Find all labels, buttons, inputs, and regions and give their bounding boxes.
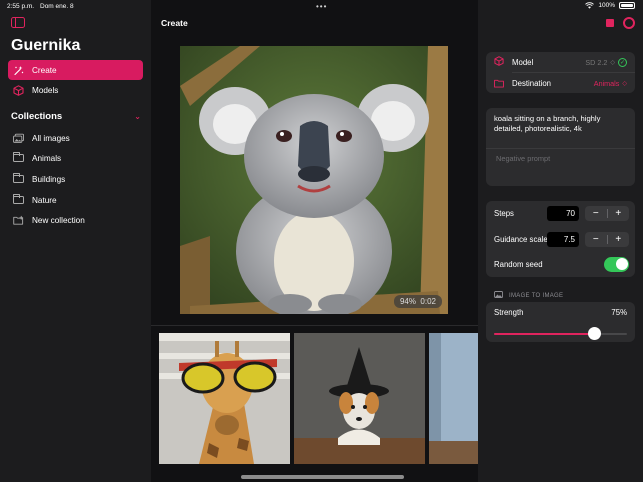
sidebar-item-models[interactable]: Models (8, 80, 143, 100)
model-label: Model (512, 57, 534, 67)
chevron-down-icon[interactable]: ⌄ (134, 112, 141, 121)
thumbnail-partial[interactable] (429, 333, 478, 464)
progress-percent: 94% (399, 297, 416, 306)
image-icon (494, 291, 503, 300)
divider (151, 325, 478, 326)
battery-percent: 100% (598, 2, 615, 9)
random-seed-row: Random seed (486, 253, 635, 275)
random-seed-toggle[interactable] (604, 256, 629, 272)
status-date: Dom ene. 8 (40, 3, 74, 10)
status-right: 100% (585, 2, 635, 9)
collection-item-buildings[interactable]: Buildings (8, 169, 143, 189)
destination-label: Destination (512, 78, 552, 88)
prompt-card[interactable]: koala sitting on a branch, highly detail… (486, 108, 635, 186)
random-seed-label: Random seed (494, 259, 543, 269)
app-title: Guernika (11, 37, 81, 54)
koala-image (180, 46, 448, 314)
destination-value[interactable]: Animals ◇ (594, 79, 627, 88)
minus-icon[interactable]: − (585, 232, 607, 247)
negative-prompt-input[interactable]: Negative prompt (496, 154, 550, 163)
magic-wand-icon (13, 65, 24, 76)
status-bar: 2:55 p.m. Dom ene. 8 ••• 100% (0, 0, 643, 12)
strength-value: 75% (611, 307, 627, 317)
prompt-input[interactable]: koala sitting on a branch, highly detail… (494, 114, 624, 134)
guidance-label: Guidance scale (494, 234, 548, 244)
cube-icon (13, 84, 24, 96)
status-time: 2:55 p.m. (7, 3, 35, 10)
strength-label: Strength (494, 307, 524, 317)
stop-button[interactable] (606, 19, 614, 27)
collection-item-label: Buildings (32, 174, 66, 184)
parameters-card: Steps 70 − + Guidance scale 7.5 − + Random… (486, 201, 635, 277)
elapsed-time: 0:02 (420, 297, 436, 306)
strength-slider-fill (494, 333, 594, 335)
cube-icon (494, 56, 504, 68)
chevron-updown-icon: ◇ (622, 80, 627, 87)
image-to-image-header: IMAGE TO IMAGE (494, 291, 563, 300)
steps-row: Steps 70 − + (486, 201, 635, 225)
collections-header-label: Collections (11, 111, 63, 122)
sidebar-item-label: Create (32, 65, 57, 75)
thumbnail-giraffe[interactable] (159, 333, 290, 464)
sidebar: Guernika Create Models Collections ⌄ All… (0, 0, 151, 482)
giraffe-image (159, 333, 290, 464)
plus-icon[interactable]: + (608, 232, 630, 247)
room-image (429, 333, 478, 464)
minus-icon[interactable]: − (585, 206, 607, 221)
chevron-updown-icon: ◇ (610, 59, 615, 66)
check-circle-icon: ✓ (618, 57, 627, 67)
folder-add-icon (13, 215, 24, 226)
guidance-stepper[interactable]: − + (585, 231, 630, 247)
sidebar-item-label: Models (32, 85, 59, 95)
strength-slider-thumb[interactable] (587, 327, 601, 340)
steps-field[interactable]: 70 (547, 205, 579, 221)
model-row[interactable]: Model SD 2.2 ◇ ✓ (486, 52, 635, 72)
sidebar-toggle-icon[interactable] (11, 17, 25, 28)
page-title: Create (161, 18, 188, 28)
home-indicator[interactable] (241, 475, 404, 479)
collection-item-label: Nature (32, 195, 57, 205)
collection-item-nature[interactable]: Nature (8, 190, 143, 210)
collection-item-label: Animals (32, 153, 62, 163)
destination-value-text: Animals (593, 78, 620, 88)
model-value[interactable]: SD 2.2 ◇ ✓ (585, 57, 627, 67)
collection-item-animals[interactable]: Animals (8, 148, 143, 168)
collection-item-label: New collection (32, 215, 85, 225)
settings-panel: Model SD 2.2 ◇ ✓ Destination Animals ◇ k… (478, 0, 643, 482)
steps-label: Steps (494, 208, 514, 218)
collections-header[interactable]: Collections ⌄ (11, 111, 141, 122)
guidance-field[interactable]: 7.5 (547, 231, 579, 247)
generate-button[interactable] (623, 17, 635, 29)
generated-image-koala[interactable]: 94% 0:02 (180, 46, 448, 314)
prompt-divider (486, 148, 635, 149)
folder-icon (13, 173, 24, 185)
model-destination-card: Model SD 2.2 ◇ ✓ Destination Animals ◇ (486, 52, 635, 93)
strength-row: Strength 75% (486, 302, 635, 322)
battery-icon (619, 2, 635, 9)
collection-item-label: All images (32, 133, 70, 143)
progress-badge: 94% 0:02 (393, 295, 442, 308)
image-to-image-label: IMAGE TO IMAGE (509, 292, 564, 299)
collection-item-all-images[interactable]: All images (8, 128, 143, 148)
thumbnail-dog-witch-hat[interactable] (294, 333, 425, 464)
main-area: Create 94% 0:02 (151, 0, 478, 482)
dog-image (294, 333, 425, 464)
strength-slider[interactable] (494, 327, 627, 340)
strength-card: Strength 75% (486, 302, 635, 342)
multitasking-dots-icon[interactable]: ••• (316, 2, 327, 11)
destination-row[interactable]: Destination Animals ◇ (486, 73, 635, 93)
folder-icon (13, 152, 24, 164)
steps-stepper[interactable]: − + (585, 205, 630, 221)
folder-icon (13, 194, 24, 206)
model-value-text: SD 2.2 (585, 57, 608, 67)
sidebar-item-create[interactable]: Create (8, 60, 143, 80)
guidance-row: Guidance scale 7.5 − + (486, 225, 635, 253)
photos-icon (13, 133, 24, 144)
collection-item-new[interactable]: New collection (8, 210, 143, 230)
folder-icon (494, 79, 504, 88)
plus-icon[interactable]: + (608, 206, 630, 221)
wifi-icon (585, 2, 595, 9)
